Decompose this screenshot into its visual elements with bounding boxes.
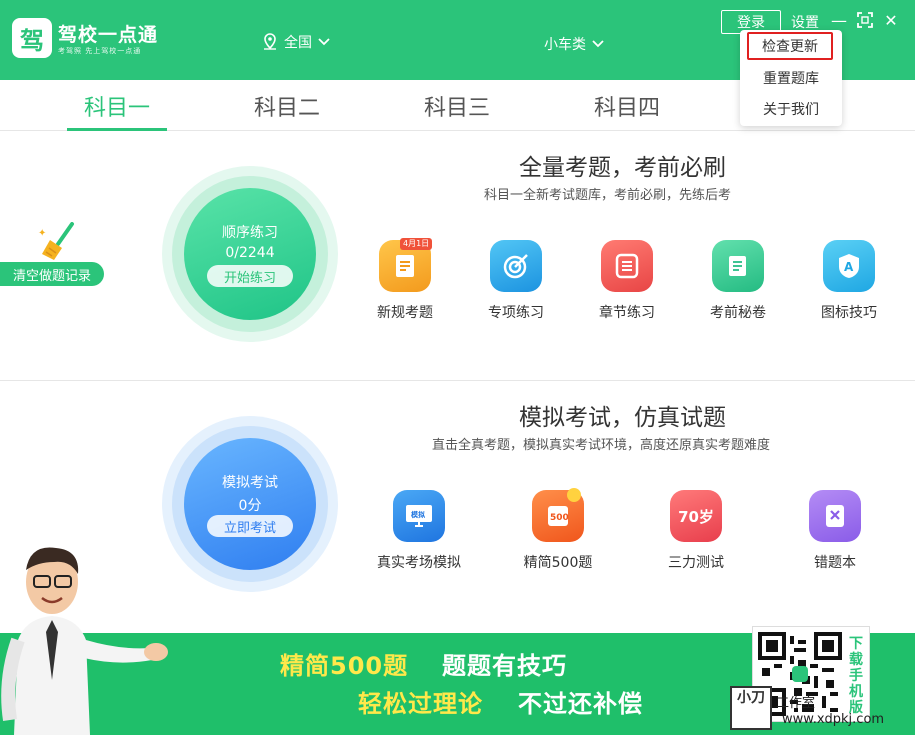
maximize-icon	[857, 12, 873, 28]
watermark-logo: 小刀	[730, 686, 772, 730]
chapter-practice-label[interactable]: 章节练习	[572, 302, 682, 322]
settings-dropdown: 检查更新 重置题库 关于我们	[740, 30, 842, 126]
svg-text:✦: ✦	[38, 228, 46, 239]
practice-section-subtitle: 科目一全新考试题库，考前必刷，先练后考	[484, 188, 732, 203]
sign-icon[interactable]: A	[823, 240, 875, 292]
active-tab-indicator	[67, 128, 167, 131]
practice-section-title: 全量考题，考前必刷	[519, 155, 726, 181]
watermark-brand: 小刀	[737, 690, 765, 706]
minimize-button[interactable]: —	[830, 10, 848, 30]
streamlined-500-label[interactable]: 精简500题	[503, 552, 613, 572]
settings-button[interactable]: 设置	[791, 12, 819, 32]
wrong-book-label[interactable]: 错题本	[780, 552, 890, 572]
sign-tips-label[interactable]: 图标技巧	[794, 302, 904, 322]
exam-section-subtitle: 直击全真考题，模拟真实考试环境，高度还原真实考题难度	[432, 438, 771, 453]
car-type-label: 小车类	[544, 37, 586, 53]
maximize-button[interactable]	[856, 10, 874, 30]
clear-record-button[interactable]: 清空做题记录	[0, 262, 104, 286]
region-selector[interactable]: 全国	[262, 32, 330, 52]
three-abilities-label[interactable]: 三力测试	[641, 552, 751, 572]
banner-headline-1b: 题题有技巧	[442, 652, 567, 680]
tab-subject-2[interactable]: 科目二	[237, 90, 337, 122]
start-practice-button[interactable]: 开始练习	[207, 265, 293, 287]
app-logo: 驾	[12, 18, 52, 58]
logo-char: 驾	[20, 26, 44, 55]
banner-headline-2b: 不过还补偿	[518, 690, 643, 718]
section-divider	[0, 380, 915, 381]
brand-slogan: 考驾照 先上驾校一点通	[58, 47, 142, 55]
scroll-icon[interactable]	[712, 240, 764, 292]
menu-item-about-us[interactable]: 关于我们	[740, 95, 842, 123]
brand-name: 驾校一点通	[58, 24, 159, 46]
wrong-book-icon[interactable]	[809, 490, 861, 542]
mascot-illustration	[1, 547, 168, 735]
new-rules-badge: 4月1日	[400, 238, 433, 250]
watermark-url: www.xdpkj.com	[782, 712, 885, 727]
practice-count: 0/2244	[225, 245, 275, 261]
chevron-down-icon	[592, 40, 604, 48]
practice-circle-title: 顺序练习	[222, 225, 278, 241]
tab-subject-1[interactable]: 科目一	[67, 90, 167, 122]
watermark-studio: 工作室	[776, 696, 816, 711]
monitor-icon[interactable]: 模拟	[393, 490, 445, 542]
70-icon-text: 70岁	[678, 507, 714, 526]
exam-score: 0分	[238, 498, 262, 514]
list-icon[interactable]	[601, 240, 653, 292]
menu-item-reset-bank[interactable]: 重置题库	[740, 64, 842, 92]
exam-circle-title: 模拟考试	[222, 475, 278, 491]
banner-headline-2a: 轻松过理论	[358, 690, 483, 718]
tab-subject-4[interactable]: 科目四	[577, 90, 677, 122]
car-type-selector[interactable]: 小车类	[544, 34, 604, 54]
svg-text:500: 500	[550, 513, 569, 523]
app-window: 驾 驾校一点通 考驾照 先上驾校一点通 全国 小车类 登录 设置 — ✕ 科目一…	[0, 0, 915, 735]
menu-item-check-update[interactable]: 检查更新	[747, 32, 833, 60]
region-label: 全国	[284, 35, 312, 51]
target-icon[interactable]	[490, 240, 542, 292]
pre-exam-paper-label[interactable]: 考前秘卷	[683, 302, 793, 322]
svg-text:A: A	[844, 260, 854, 274]
download-phone-label: 下 载 手 机 版	[849, 636, 863, 716]
start-exam-button[interactable]: 立即考试	[207, 515, 293, 537]
70-icon[interactable]: 70岁	[670, 490, 722, 542]
svg-text:模拟: 模拟	[411, 510, 425, 519]
banner-headline-1a: 精简500题	[280, 652, 409, 680]
real-exam-sim-label[interactable]: 真实考场模拟	[364, 552, 474, 572]
exam-section-title: 模拟考试，仿真试题	[519, 405, 726, 431]
close-button[interactable]: ✕	[882, 10, 900, 30]
chevron-down-icon	[318, 38, 330, 46]
location-icon	[264, 33, 276, 50]
special-practice-label[interactable]: 专项练习	[461, 302, 571, 322]
crown-icon	[567, 488, 581, 502]
tab-subject-3[interactable]: 科目三	[407, 90, 507, 122]
new-rules-label[interactable]: 新规考题	[350, 302, 460, 322]
broom-icon: ✦	[38, 222, 74, 260]
